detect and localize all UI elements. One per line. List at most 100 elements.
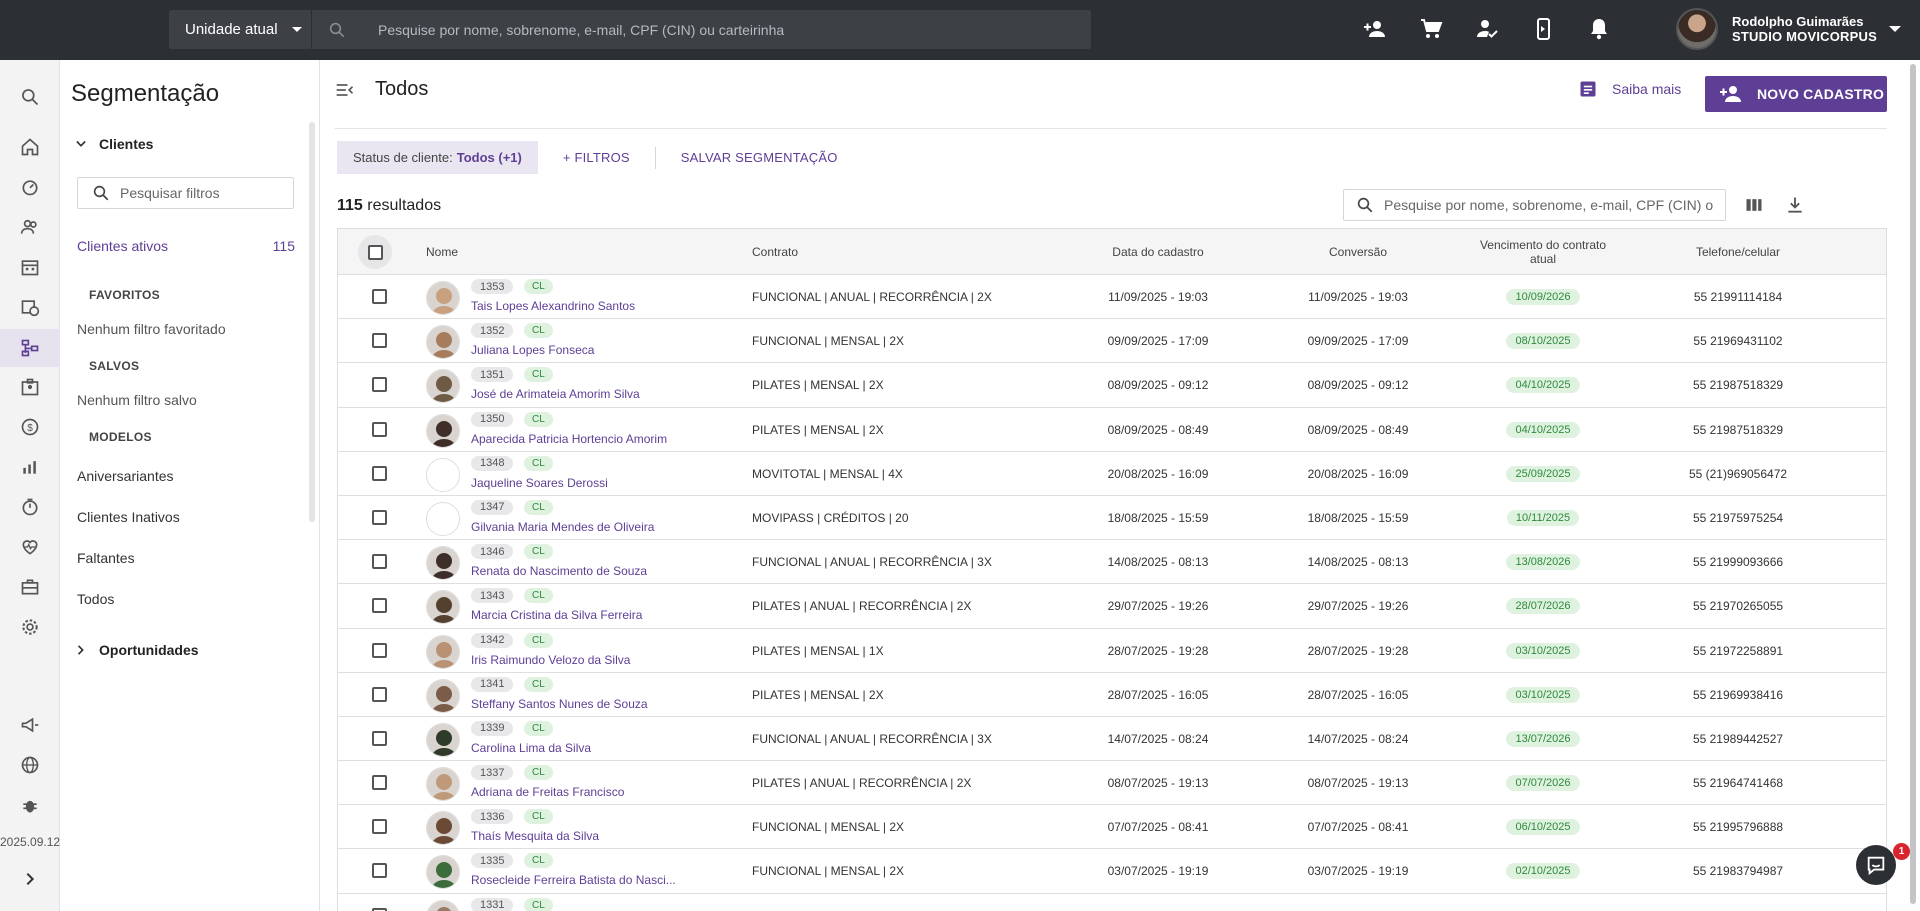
gear-icon[interactable] (18, 615, 42, 639)
bug-icon[interactable] (18, 793, 42, 817)
section-clientes[interactable]: Clientes (76, 136, 153, 152)
megaphone-icon[interactable] (18, 713, 42, 737)
header-created[interactable]: Data do cadastro (1078, 229, 1238, 275)
row-checkbox[interactable] (372, 333, 387, 349)
section-modelos[interactable]: MODELOS (76, 430, 152, 444)
row-checkbox[interactable] (372, 686, 387, 702)
table-row[interactable]: 1350 CL Aparecida Patricia Hortencio Amori… (338, 408, 1886, 452)
client-name-link[interactable]: Jaqueline Soares Derossi (471, 476, 608, 490)
list-search-input[interactable] (1384, 197, 1714, 213)
unit-selector[interactable]: Unidade atual (169, 10, 311, 49)
row-checkbox[interactable] (372, 907, 387, 911)
columns-icon[interactable] (1742, 193, 1766, 217)
header-phone[interactable]: Telefone/celular (1658, 229, 1818, 275)
add-filters-button[interactable]: + FILTROS (563, 150, 630, 165)
bell-icon[interactable] (1584, 14, 1614, 44)
client-name-link[interactable]: Tais Lopes Alexandrino Santos (471, 299, 635, 313)
filter-search-input[interactable] (120, 185, 290, 201)
header-due[interactable]: Vencimento do contrato atual (1468, 229, 1618, 275)
client-name-link[interactable]: Juliana Lopes Fonseca (471, 343, 594, 357)
client-name-link[interactable]: José de Arimateia Amorim Silva (471, 387, 640, 401)
collapse-menu-icon[interactable] (335, 80, 355, 100)
client-name-link[interactable]: Iris Raimundo Velozo da Silva (471, 653, 630, 667)
row-checkbox[interactable] (372, 509, 387, 525)
save-segmentation-button[interactable]: SALVAR SEGMENTAÇÃO (681, 150, 838, 165)
timer-icon[interactable] (18, 495, 42, 519)
select-all-checkbox[interactable] (358, 235, 392, 269)
calendar-icon[interactable] (18, 255, 42, 279)
scrollbar[interactable] (309, 122, 315, 522)
table-row[interactable]: 1341 CL Steffany Santos Nunes de Souza PILA… (338, 673, 1886, 717)
client-name-link[interactable]: Renata do Nascimento de Souza (471, 564, 647, 578)
header-name[interactable]: Nome (426, 229, 458, 275)
chart-icon[interactable] (18, 455, 42, 479)
global-search-input[interactable] (378, 21, 1058, 38)
client-name-link[interactable]: Gilvania Maria Mendes de Oliveira (471, 520, 654, 534)
model-item[interactable]: Clientes Inativos (77, 509, 180, 525)
search-icon[interactable] (18, 85, 42, 109)
model-item[interactable]: Aniversariantes (77, 468, 174, 484)
row-checkbox[interactable] (372, 465, 387, 481)
header-contract[interactable]: Contrato (752, 229, 798, 275)
table-row[interactable]: 1353 CL Tais Lopes Alexandrino Santos FUNCI… (338, 275, 1886, 320)
heart-pulse-icon[interactable] (18, 535, 42, 559)
chat-widget-button[interactable] (1856, 845, 1896, 885)
table-row[interactable]: 1331 CL (338, 894, 1886, 911)
table-row[interactable]: 1343 CL Marcia Cristina da Silva Ferreira P… (338, 584, 1886, 629)
saiba-mais-link[interactable]: Saiba mais (1578, 74, 1681, 104)
table-row[interactable]: 1342 CL Iris Raimundo Velozo da Silva PILAT… (338, 629, 1886, 673)
client-name-link[interactable]: Steffany Santos Nunes de Souza (471, 697, 648, 711)
active-clients-filter[interactable]: Clientes ativos 115 (77, 238, 295, 254)
table-row[interactable]: 1336 CL Thaís Mesquita da Silva FUNCIONAL |… (338, 805, 1886, 850)
row-checkbox[interactable] (372, 642, 387, 658)
download-icon[interactable] (1783, 193, 1807, 217)
client-name-link[interactable]: Rosecleide Ferreira Batista do Nasci... (471, 873, 676, 887)
section-oportunidades[interactable]: Oportunidades (76, 642, 199, 658)
row-checkbox[interactable] (372, 863, 387, 879)
row-checkbox[interactable] (372, 554, 387, 570)
table-row[interactable]: 1335 CL Rosecleide Ferreira Batista do Nas… (338, 849, 1886, 894)
table-row[interactable]: 1352 CL Juliana Lopes Fonseca FUNCIONAL | M… (338, 319, 1886, 364)
add-person-icon[interactable] (1360, 14, 1390, 44)
row-checkbox[interactable] (372, 598, 387, 614)
client-name-link[interactable]: Aparecida Patricia Hortencio Amorim (471, 432, 667, 446)
dollar-icon[interactable]: $ (18, 415, 42, 439)
status-filter-chip[interactable]: Status de cliente: Todos (+1) (337, 141, 538, 174)
person-check-icon[interactable] (1472, 14, 1502, 44)
chevron-right-icon[interactable] (18, 867, 42, 891)
section-salvos[interactable]: SALVOS (76, 359, 139, 373)
globe-icon[interactable] (18, 753, 42, 777)
novo-cadastro-button[interactable]: NOVO CADASTRO (1705, 76, 1887, 112)
table-row[interactable]: 1351 CL José de Arimateia Amorim Silva PILA… (338, 363, 1886, 408)
segmentation-icon[interactable] (18, 336, 42, 360)
client-name-link[interactable]: Marcia Cristina da Silva Ferreira (471, 608, 642, 622)
row-checkbox[interactable] (372, 775, 387, 791)
people-icon[interactable] (18, 215, 42, 239)
header-conversion[interactable]: Conversão (1278, 229, 1438, 275)
cart-icon[interactable] (1416, 14, 1446, 44)
client-name-link[interactable]: Adriana de Freitas Francisco (471, 785, 624, 799)
user-menu[interactable]: Rodolpho Guimarães STUDIO MOVICORPUS (1676, 8, 1901, 50)
row-checkbox[interactable] (372, 377, 387, 393)
model-item[interactable]: Todos (77, 591, 114, 607)
table-row[interactable]: 1348 CL Jaqueline Soares Derossi MOVITOTAL … (338, 452, 1886, 496)
model-item[interactable]: Faltantes (77, 550, 135, 566)
table-row[interactable]: 1346 CL Renata do Nascimento de Souza FUNCI… (338, 540, 1886, 585)
dashboard-icon[interactable] (18, 175, 42, 199)
badge-icon[interactable] (18, 375, 42, 399)
table-row[interactable]: 1339 CL Carolina Lima da Silva FUNCIONAL | … (338, 717, 1886, 762)
briefcase-icon[interactable] (18, 575, 42, 599)
client-name-link[interactable]: Carolina Lima da Silva (471, 741, 591, 755)
row-checkbox[interactable] (372, 289, 387, 304)
scrollbar[interactable] (1910, 64, 1916, 904)
table-row[interactable]: 1337 CL Adriana de Freitas Francisco PILATE… (338, 761, 1886, 806)
phone-notification-icon[interactable] (1528, 14, 1558, 44)
home-icon[interactable] (18, 135, 42, 159)
row-checkbox[interactable] (372, 730, 387, 746)
row-checkbox[interactable] (372, 819, 387, 835)
row-checkbox[interactable] (372, 421, 387, 437)
table-row[interactable]: 1347 CL Gilvania Maria Mendes de Oliveira M… (338, 496, 1886, 541)
calendar-clock-icon[interactable] (18, 295, 42, 319)
section-favoritos[interactable]: FAVORITOS (76, 288, 160, 302)
client-name-link[interactable]: Thaís Mesquita da Silva (471, 829, 599, 843)
